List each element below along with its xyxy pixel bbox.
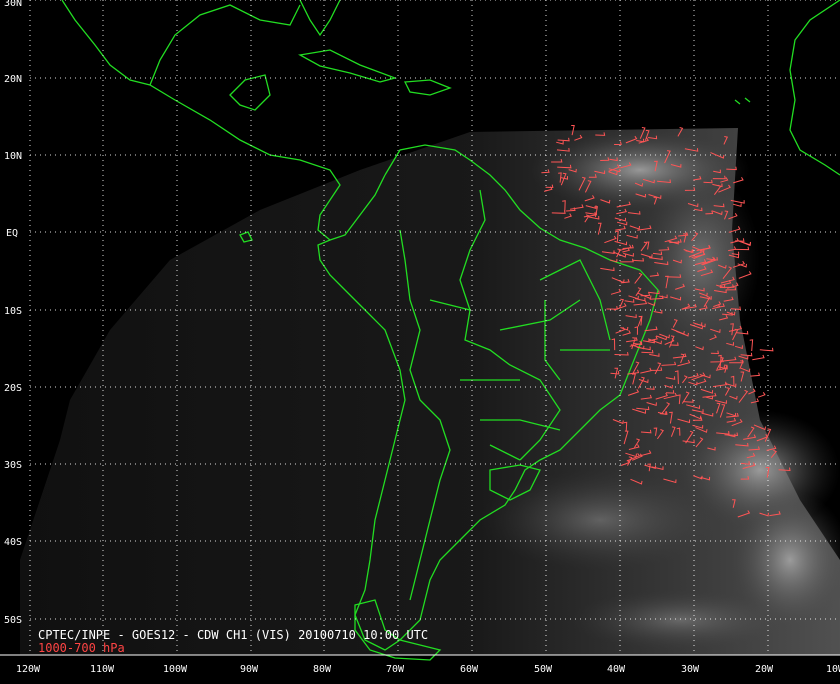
coastline-gulf-mexico <box>149 4 301 86</box>
coastline-cape-verde-islands <box>734 97 751 105</box>
lon-label-100w: 100W <box>163 664 188 675</box>
lon-label-110w: 110W <box>90 664 115 675</box>
lat-label-10s: 10S <box>4 306 22 317</box>
lat-label-eq: EQ <box>6 228 18 239</box>
lat-label-40s: 40S <box>4 537 22 548</box>
lon-label-70w: 70W <box>386 664 405 675</box>
lon-label-40w: 40W <box>607 664 626 675</box>
lon-label-80w: 80W <box>313 664 332 675</box>
lat-label-10n: 10N <box>4 151 22 162</box>
lat-label-20n: 20N <box>4 74 22 85</box>
map-title: CPTEC/INPE - GOES12 - CDW CH1 (VIS) 2010… <box>38 628 428 642</box>
lat-label-20s: 20S <box>4 383 22 394</box>
wind-vector <box>752 354 765 361</box>
lat-label-50s: 50S <box>4 615 22 626</box>
coastline-africa <box>789 0 840 176</box>
coastline-yucatan <box>229 74 271 111</box>
lat-label-30n: 30N <box>4 0 22 9</box>
lon-label-20w: 20W <box>755 664 774 675</box>
coastline-hispaniola <box>403 79 452 96</box>
longitude-labels: 120W 110W 100W 90W 80W 70W 60W 50W 40W 3… <box>16 664 840 675</box>
lon-label-120w: 120W <box>16 664 41 675</box>
wind-vector <box>759 347 774 352</box>
wind-vector <box>749 339 754 352</box>
coastline-cuba <box>298 49 398 83</box>
satellite-map: 30N 20N 10N EQ 10S 20S 30S 40S 50S 120W … <box>0 0 840 680</box>
lon-label-90w: 90W <box>240 664 259 675</box>
lon-label-30w: 30W <box>681 664 700 675</box>
coastline-florida <box>299 0 341 37</box>
latitude-labels: 30N 20N 10N EQ 10S 20S 30S 40S 50S <box>4 0 22 626</box>
wind-vector <box>757 392 766 398</box>
lat-label-30s: 30S <box>4 460 22 471</box>
map-canvas: 30N 20N 10N EQ 10S 20S 30S 40S 50S 120W … <box>0 0 840 675</box>
lon-label-60w: 60W <box>460 664 479 675</box>
lon-label-10w: 10W <box>826 664 840 675</box>
wind-vector <box>750 372 761 377</box>
lon-label-50w: 50W <box>534 664 553 675</box>
pressure-level-label: 1000-700 hPa <box>38 641 125 655</box>
